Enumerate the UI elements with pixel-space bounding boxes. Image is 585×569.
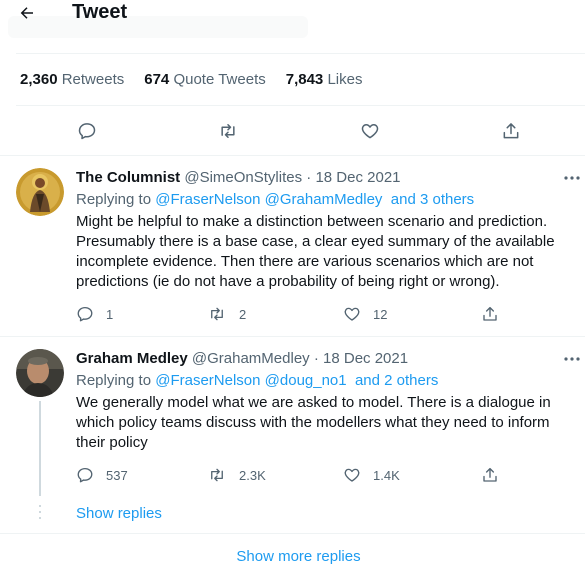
reply-button[interactable]: 537 — [76, 464, 128, 486]
main-action-bar — [0, 118, 585, 146]
replying-to: Replying to @FraserNelson @GrahamMedley … — [76, 191, 475, 208]
divider — [16, 53, 585, 54]
display-name[interactable]: Graham Medley — [76, 350, 188, 367]
retweet-button[interactable]: 2 — [207, 303, 246, 325]
retweet-count: 2.3K — [239, 467, 266, 483]
divider — [0, 336, 585, 337]
mention-link[interactable]: @GrahamMedley — [265, 191, 383, 208]
handle[interactable]: @GrahamMedley — [192, 350, 310, 367]
thread-dots — [39, 505, 41, 523]
like-count: 12 — [373, 306, 388, 322]
quote-tweets-stat[interactable]: 674 Quote Tweets — [144, 71, 265, 88]
retweet-button[interactable]: 2.3K — [207, 464, 266, 486]
others-link[interactable]: and 2 others — [355, 372, 438, 389]
tweet-actions: 1 2 12 — [76, 303, 516, 325]
share-icon — [483, 467, 497, 482]
replying-to: Replying to @FraserNelson @doug_no1 and … — [76, 372, 439, 389]
mention-link[interactable]: @FraserNelson — [155, 191, 260, 208]
share-icon[interactable] — [499, 119, 523, 143]
share-icon — [483, 306, 497, 321]
timestamp[interactable]: 18 Dec 2021 — [323, 350, 408, 367]
divider — [0, 533, 585, 534]
reply-button[interactable]: 1 — [76, 303, 113, 325]
separator: · — [313, 350, 319, 367]
timestamp[interactable]: 18 Dec 2021 — [315, 169, 400, 186]
show-replies-link[interactable]: Show replies — [76, 505, 162, 522]
likes-stat[interactable]: 7,843 Likes — [286, 71, 363, 88]
retweet-icon — [211, 468, 223, 482]
mention-link[interactable]: @FraserNelson — [155, 372, 260, 389]
retweet-count: 2 — [239, 306, 247, 322]
divider — [16, 105, 585, 106]
like-count: 1.4K — [373, 467, 400, 483]
reply-icon — [77, 306, 93, 322]
avatar[interactable] — [16, 349, 64, 397]
handle[interactable]: @SimeOnStylites — [184, 169, 302, 186]
reply-icon[interactable] — [75, 119, 99, 143]
heart-icon — [344, 307, 360, 321]
reply-count: 537 — [106, 467, 128, 483]
reply-icon — [77, 467, 93, 483]
tweet-stats: 2,360 Retweets 674 Quote Tweets 7,843 Li… — [20, 71, 362, 88]
more-icon[interactable] — [562, 352, 582, 366]
thread-line — [39, 401, 41, 496]
avatar[interactable] — [16, 168, 64, 216]
share-button[interactable] — [481, 464, 499, 486]
display-name[interactable]: The Columnist — [76, 169, 180, 186]
retweets-stat[interactable]: 2,360 Retweets — [20, 71, 124, 88]
retweet-icon — [211, 307, 223, 321]
show-more-replies-link[interactable]: Show more replies — [0, 548, 585, 565]
heart-icon — [344, 468, 360, 482]
tweet-header: Graham Medley @GrahamMedley · 18 Dec 202… — [76, 350, 408, 367]
like-button[interactable]: 12 — [343, 303, 387, 325]
header-ghost — [8, 16, 308, 38]
tweet-text: We generally model what we are asked to … — [76, 394, 551, 451]
more-icon[interactable] — [562, 171, 582, 185]
divider — [0, 155, 585, 156]
header: Tweet — [0, 0, 585, 40]
separator: · — [306, 169, 312, 186]
page-title: Tweet — [72, 1, 128, 23]
reply-count: 1 — [106, 306, 114, 322]
heart-icon[interactable] — [358, 119, 382, 143]
back-arrow-icon[interactable] — [14, 0, 40, 26]
tweet-header: The Columnist @SimeOnStylites · 18 Dec 2… — [76, 169, 401, 186]
retweet-icon[interactable] — [216, 119, 240, 143]
others-link[interactable]: and 3 others — [391, 191, 474, 208]
like-button[interactable]: 1.4K — [343, 464, 400, 486]
share-button[interactable] — [481, 303, 499, 325]
mention-link[interactable]: @doug_no1 — [265, 372, 347, 389]
tweet-actions: 537 2.3K 1.4K — [76, 464, 516, 486]
tweet-text: Might be helpful to make a distinction b… — [76, 213, 555, 290]
